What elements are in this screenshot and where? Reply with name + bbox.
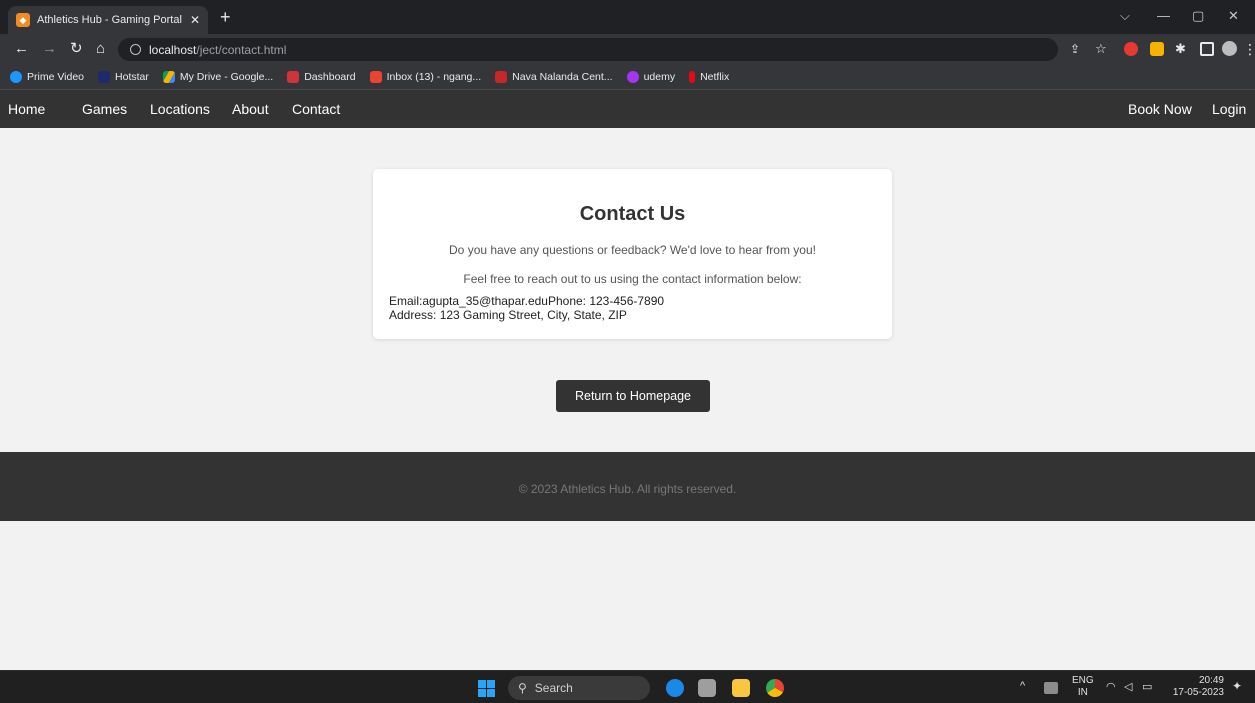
bookmarks-bar: Prime Video Hotstar My Drive - Google...… — [0, 64, 1255, 90]
home-icon[interactable]: ⌂ — [96, 40, 105, 58]
bookmark-prime-video[interactable]: Prime Video — [10, 70, 85, 83]
back-icon[interactable]: ← — [14, 40, 29, 58]
netflix-icon — [689, 70, 696, 83]
bookmark-label: Prime Video — [27, 70, 85, 83]
bookmark-my-drive[interactable]: My Drive - Google... — [162, 70, 274, 83]
site-footer: © 2023 Athletics Hub. All rights reserve… — [0, 452, 1255, 521]
maximize-icon[interactable]: ▢ — [1192, 8, 1204, 24]
language-bottom: IN — [1077, 687, 1088, 698]
google-drive-icon — [162, 70, 175, 83]
bookmark-netflix[interactable]: Netflix — [689, 70, 730, 83]
contact-reach-out-text: Feel free to reach out to us using the c… — [463, 272, 802, 286]
hotstar-icon — [98, 70, 111, 83]
clock[interactable]: 20:49 17-05-2023 — [1168, 675, 1224, 699]
search-icon: ⚲ — [518, 681, 527, 695]
sidebar-icon[interactable] — [1200, 42, 1214, 56]
nav-login-link[interactable]: Login — [1212, 101, 1246, 117]
gmail-icon — [369, 70, 382, 83]
prime-video-icon — [10, 70, 22, 83]
language-top: ENG — [1072, 675, 1094, 686]
dashboard-icon — [287, 70, 300, 83]
clock-date: 17-05-2023 — [1172, 687, 1224, 698]
footer-copyright: © 2023 Athletics Hub. All rights reserve… — [518, 482, 737, 496]
task-view-icon[interactable] — [698, 679, 716, 697]
contact-address: Address: 123 Gaming Street, City, State,… — [389, 308, 627, 322]
url-path: /ject/contact.html — [196, 42, 287, 57]
new-tab-button[interactable]: + — [220, 7, 231, 27]
battery-icon[interactable]: ▭ — [1142, 681, 1152, 693]
bookmark-label: udemy — [643, 70, 676, 83]
chrome-app-icon[interactable] — [766, 679, 784, 697]
language-indicator[interactable]: ENG IN — [1072, 675, 1094, 699]
return-to-homepage-button[interactable]: Return to Homepage — [556, 380, 710, 412]
main-content: Contact Us Do you have any questions or … — [0, 128, 1255, 452]
taskbar-search-label: Search — [534, 681, 573, 695]
contact-intro-text: Do you have any questions or feedback? W… — [449, 243, 816, 257]
profile-icon[interactable] — [1222, 41, 1237, 56]
window-close-icon[interactable]: ✕ — [1228, 8, 1239, 24]
bookmark-label: Netflix — [700, 70, 730, 83]
tab-title: Athletics Hub - Gaming Portal | C — [37, 14, 184, 26]
udemy-icon — [626, 70, 639, 83]
nav-book-now-link[interactable]: Book Now — [1128, 101, 1192, 117]
address-bar[interactable]: localhost/ject/contact.html — [118, 38, 1058, 61]
star-icon[interactable]: ☆ — [1095, 40, 1107, 58]
tray-app-icon[interactable] — [1044, 682, 1058, 694]
browser-tab[interactable]: ◆ Athletics Hub - Gaming Portal | C ✕ — [8, 6, 208, 34]
os-taskbar: ⚲ Search ^ ENG IN ◠ ◁ ▭ 20:49 17-05-2023… — [0, 670, 1255, 703]
bookmark-label: Inbox (13) - ngang... — [386, 70, 482, 83]
nav-about-link[interactable]: About — [232, 101, 269, 117]
windows-start-icon[interactable] — [478, 680, 495, 697]
nav-contact-link[interactable]: Contact — [292, 101, 340, 117]
bing-app-icon[interactable] — [666, 679, 684, 697]
screen: ◆ Athletics Hub - Gaming Portal | C ✕ + … — [0, 0, 1255, 703]
contact-email-phone: Email:agupta_35@thapar.eduPhone: 123-456… — [389, 294, 665, 308]
browser-chrome: ◆ Athletics Hub - Gaming Portal | C ✕ + … — [0, 0, 1255, 90]
bookmark-label: Hotstar — [115, 70, 149, 83]
share-icon[interactable]: ⇪ — [1070, 40, 1080, 58]
browser-toolbar: ← → ↻ ⌂ localhost/ject/contact.html ⇪ ☆ … — [0, 34, 1255, 64]
site-navbar: Home Games Locations About Contact Book … — [0, 90, 1255, 128]
volume-icon[interactable]: ◁ — [1124, 681, 1132, 693]
tab-close-icon[interactable]: ✕ — [190, 13, 200, 27]
bookmark-hotstar[interactable]: Hotstar — [98, 70, 149, 83]
tab-strip: ◆ Athletics Hub - Gaming Portal | C ✕ + … — [0, 0, 1255, 34]
reload-icon[interactable]: ↻ — [70, 40, 83, 58]
contact-card: Contact Us Do you have any questions or … — [373, 169, 892, 339]
bookmark-label: Dashboard — [304, 70, 356, 83]
tray-overflow-icon[interactable]: ^ — [1020, 680, 1025, 692]
taskbar-search[interactable]: ⚲ Search — [508, 676, 650, 700]
nav-games-link[interactable]: Games — [82, 101, 127, 117]
page-blank-area — [0, 521, 1255, 670]
tab-search-icon[interactable]: ⌵ — [1120, 8, 1130, 24]
bookmark-label: Nava Nalanda Cent... — [512, 70, 613, 83]
extensions-icon[interactable]: ✱ — [1175, 40, 1186, 58]
forward-icon[interactable]: → — [42, 40, 57, 58]
menu-icon[interactable]: ⋮ — [1243, 40, 1255, 58]
nava-nalanda-icon — [495, 70, 508, 83]
bookmark-nava-nalanda[interactable]: Nava Nalanda Cent... — [495, 70, 613, 83]
bookmark-inbox[interactable]: Inbox (13) - ngang... — [369, 70, 482, 83]
site-favicon-icon: ◆ — [16, 13, 30, 27]
bookmark-dashboard[interactable]: Dashboard — [287, 70, 356, 83]
nav-locations-link[interactable]: Locations — [150, 101, 210, 117]
extension-yellow-icon[interactable] — [1150, 42, 1164, 56]
clock-time: 20:49 — [1198, 675, 1224, 686]
page-title: Contact Us — [579, 203, 686, 225]
nav-home-link[interactable]: Home — [8, 101, 45, 117]
wifi-icon[interactable]: ◠ — [1106, 681, 1116, 693]
minimize-icon[interactable]: — — [1157, 8, 1170, 23]
notifications-icon[interactable]: ✦ — [1232, 680, 1242, 692]
url-host: localhost — [149, 42, 197, 57]
bookmark-label: My Drive - Google... — [179, 70, 274, 83]
bookmark-udemy[interactable]: udemy — [626, 70, 676, 83]
site-info-icon[interactable] — [130, 44, 141, 55]
contact-info: Email:agupta_35@thapar.eduPhone: 123-456… — [389, 294, 664, 322]
file-explorer-icon[interactable] — [732, 679, 750, 697]
extension-red-icon[interactable] — [1124, 42, 1138, 56]
